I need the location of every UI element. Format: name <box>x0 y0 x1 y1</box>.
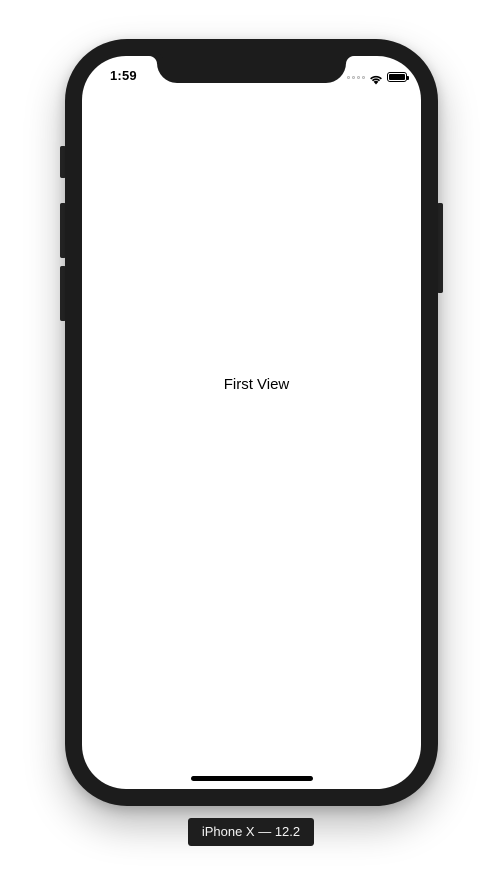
cellular-signal-icon <box>347 75 365 79</box>
simulator-window: 1:59 First View iPhone X — 12.2 <box>0 0 503 882</box>
home-indicator[interactable] <box>191 776 313 781</box>
device-caption: iPhone X — 12.2 <box>188 818 314 846</box>
status-bar-time: 1:59 <box>110 68 137 83</box>
device-screen[interactable] <box>82 56 421 789</box>
first-view-label: First View <box>223 376 290 393</box>
battery-icon <box>387 72 409 82</box>
status-bar-indicators <box>347 70 409 84</box>
wifi-icon <box>369 72 383 84</box>
device-notch <box>157 56 346 83</box>
